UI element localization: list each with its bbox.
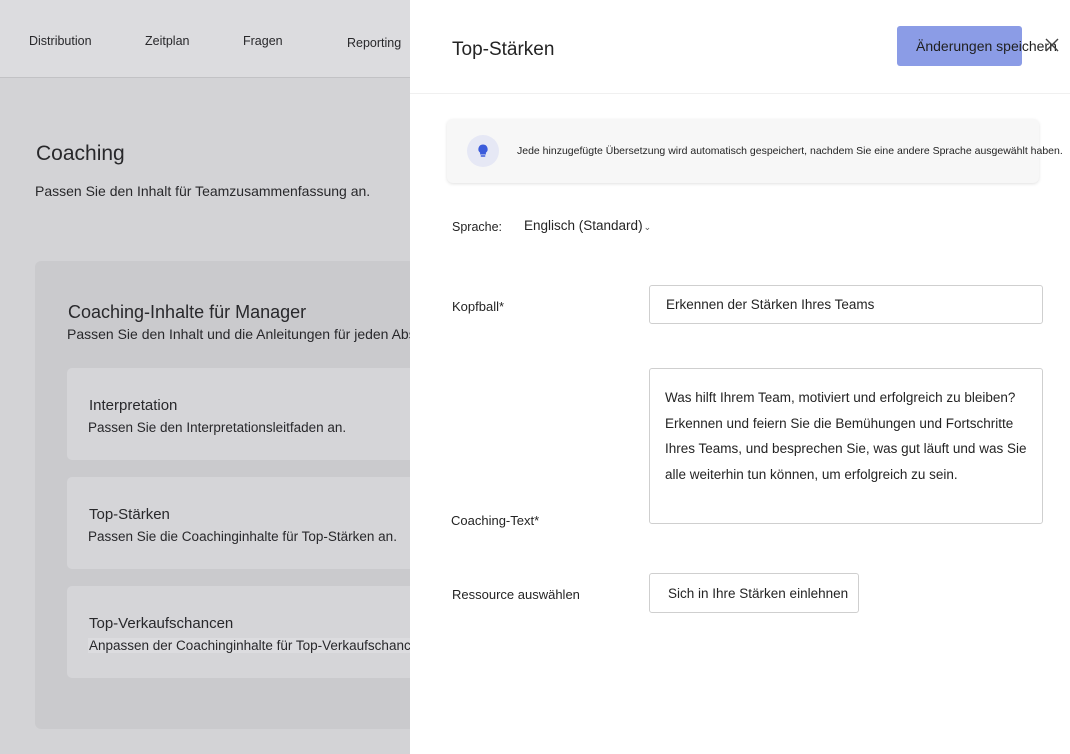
resource-label: Ressource auswählen bbox=[452, 587, 580, 602]
language-select[interactable]: Englisch (Standard)⌄ bbox=[524, 218, 651, 233]
coaching-text-area[interactable]: Was hilft Ihrem Team, motiviert und erfo… bbox=[649, 368, 1043, 524]
coaching-text-label: Coaching-Text* bbox=[451, 513, 540, 528]
language-value: Englisch (Standard) bbox=[524, 218, 643, 233]
panel-title: Top-Stärken bbox=[452, 39, 555, 60]
header-field-label: Kopfball* bbox=[452, 299, 505, 314]
edit-panel: Top-Stärken Änderungen speichern Jede hi… bbox=[410, 0, 1070, 754]
save-changes-button[interactable]: Änderungen speichern bbox=[897, 26, 1057, 66]
select-resource-button[interactable]: Sich in Ihre Stärken einlehnen bbox=[649, 573, 859, 613]
panel-header: Top-Stärken Änderungen speichern bbox=[410, 0, 1070, 94]
chevron-down-icon: ⌄ bbox=[643, 222, 652, 232]
language-label: Sprache: bbox=[452, 220, 503, 234]
close-icon[interactable] bbox=[1043, 36, 1061, 54]
info-banner: Jede hinzugefügte Übersetzung wird autom… bbox=[447, 119, 1063, 183]
header-input[interactable] bbox=[649, 285, 1043, 324]
info-text: Jede hinzugefügte Übersetzung wird autom… bbox=[517, 145, 1063, 157]
lightbulb-icon bbox=[467, 135, 499, 167]
